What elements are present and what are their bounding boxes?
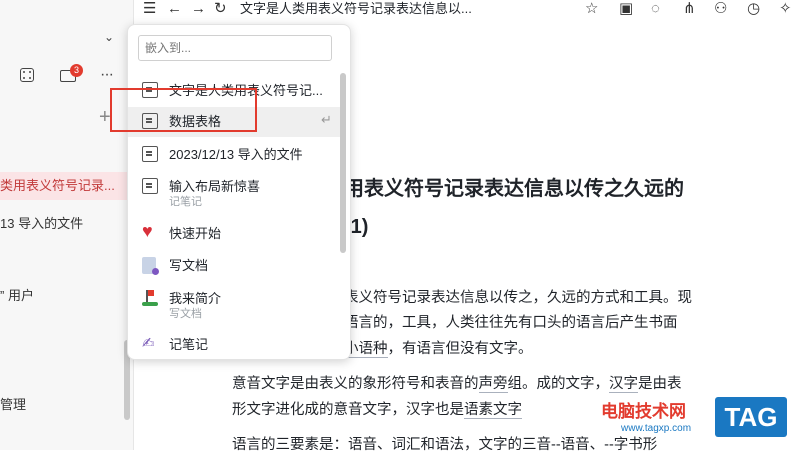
sidebar-item-active-doc[interactable]: 类用表义符号记录... [0,172,128,200]
paragraph-2-line-1: 意音文字是由表义的象形符号和表音的声旁组。成的文字，汉字是由表 [232,376,682,393]
chevron-down-icon[interactable]: ⌄ [104,30,114,44]
document-icon [142,178,158,194]
back-arrow-icon[interactable]: ← [167,0,182,18]
notification-badge: 3 [70,64,83,77]
popup-scrollbar[interactable] [340,73,346,253]
popup-item-quick-start[interactable]: ♥ 快速开始 [128,219,342,249]
paragraph-3-line-1: 语言的三要素是：语音、词汇和语法，文字的三音--语音、--字书形 [232,437,658,453]
sidebar: ⌄ 3 ··· + 类用表义符号记录... 13 导入的文件 ” 用户 管理 [0,0,134,450]
paragraph-1-line-1: 表义符号记录表达信息以传之，久远的方式和工具。现 [344,290,692,306]
embed-popup: 文字是人类用表义符号记... 数据表格 ↵ 2023/12/13 导入的文件 输… [127,24,351,360]
document-pen-icon [142,257,159,275]
doc-title: 文字是人类用表义符号记录表达信息以... [240,1,472,16]
link-phonetic[interactable]: 声旁 [478,376,508,393]
heart-icon: ♥ [142,221,153,241]
forward-arrow-icon[interactable]: → [191,0,206,18]
enter-key-icon: ↵ [321,112,332,127]
link-morpheme[interactable]: 语素文字 [464,402,522,419]
comment-icon[interactable]: ◌ [651,0,660,18]
embed-search-input[interactable] [138,35,332,61]
share-user-icon[interactable]: ⚇ [714,0,727,18]
menu-icon[interactable]: ☰ [143,0,156,18]
paragraph-1-line-3: 小语种，有语言但没有文字。 [344,341,533,358]
add-icon[interactable]: + [99,106,111,129]
link-hanzi[interactable]: 汉字 [609,376,638,393]
paragraph-1-line-2: 语言的，工具，人类往往先有口头的语言后产生书面 [344,315,678,331]
sidebar-item-users[interactable]: ” 用户 [0,285,34,304]
writing-hand-icon: ✍ [142,335,155,352]
graph-icon[interactable]: ⋔ [683,0,696,18]
watermark-site-name: 电脑技术网 [601,402,686,421]
highlight-annotation-box [110,88,257,132]
more-icon[interactable]: ··· [100,66,114,84]
dice-icon[interactable] [20,68,34,82]
watermark: 电脑技术网 www.tagxp.com TAG [601,395,801,447]
golf-flag-icon [142,290,158,306]
watermark-url: www.tagxp.com [621,423,692,434]
sidebar-item-manage[interactable]: 管理 [0,394,26,413]
popup-item-write-doc[interactable]: 写文档 [128,251,342,281]
present-icon[interactable]: ▣ [619,0,633,18]
sidebar-item-imported-file[interactable]: 13 导入的文件 [0,213,83,232]
doc-heading-line1: 用表义符号记录表达信息以传之久远的 [344,178,684,200]
magic-icon[interactable]: ✧ [779,0,792,18]
popup-item-intro[interactable]: 我来简介 写文档 [128,284,342,324]
top-bar: ☰ ← → ↻ 文字是人类用表义符号记录表达信息以... ☆ ▣ ◌ ⋔ ⚇ ◷… [134,0,803,22]
star-icon[interactable]: ☆ [585,0,598,18]
history-icon[interactable]: ◷ [747,0,760,18]
document-icon [142,146,158,162]
popup-item-notes[interactable]: ✍ 记笔记 [128,330,342,360]
watermark-tag-logo: TAG [715,397,787,437]
paragraph-2-line-2: 形文字进化成的意音文字，汉字也是语素文字 [232,402,522,419]
popup-item-imported-file[interactable]: 2023/12/13 导入的文件 [128,140,342,170]
popup-item-layout-surprise[interactable]: 输入布局新惊喜 记笔记 [128,172,342,212]
refresh-icon[interactable]: ↻ [214,0,227,18]
